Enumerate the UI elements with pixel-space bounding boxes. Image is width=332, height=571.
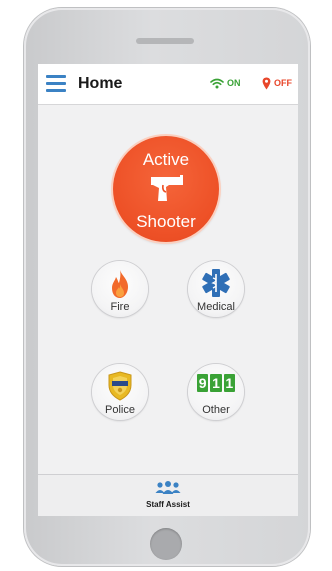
police-label: Police (105, 404, 135, 416)
wifi-icon (210, 78, 224, 89)
active-shooter-label-line1: Active (142, 150, 190, 169)
flame-icon (112, 270, 128, 298)
911-digit: 9 (197, 374, 209, 392)
active-shooter-label-line2: Shooter (136, 212, 196, 231)
handgun-icon (151, 175, 183, 201)
location-status-label: OFF (274, 78, 292, 88)
active-shooter-button[interactable]: Active Shooter (113, 136, 219, 242)
star-of-life-icon (202, 269, 230, 297)
wifi-status-label: ON (227, 78, 241, 88)
police-button[interactable]: Police (92, 364, 148, 420)
app-header: Home ON OFF (38, 64, 298, 105)
medical-label: Medical (197, 301, 235, 313)
hamburger-menu-icon[interactable] (46, 74, 66, 92)
page-title: Home (78, 75, 123, 92)
fire-button[interactable]: Fire (92, 261, 148, 317)
police-badge-icon (108, 371, 132, 401)
phone-frame: Home ON OFF Active Shooter Fire Medical … (24, 8, 310, 566)
other-label: Other (202, 404, 230, 416)
staff-assist-bar[interactable]: Staff Assist (38, 474, 298, 516)
app-screen: Home ON OFF Active Shooter Fire Medical … (38, 64, 298, 516)
911-icon: 9 1 1 (197, 374, 235, 392)
other-button[interactable]: 9 1 1 Other (188, 364, 244, 420)
fire-label: Fire (110, 301, 130, 313)
medical-button[interactable]: Medical (188, 261, 244, 317)
group-icon (155, 481, 181, 494)
phone-home-button[interactable] (150, 528, 182, 560)
911-digit: 1 (223, 374, 235, 392)
phone-speaker (136, 38, 194, 44)
911-digit: 1 (210, 374, 222, 392)
staff-assist-label: Staff Assist (146, 500, 190, 509)
location-pin-icon (262, 77, 271, 90)
